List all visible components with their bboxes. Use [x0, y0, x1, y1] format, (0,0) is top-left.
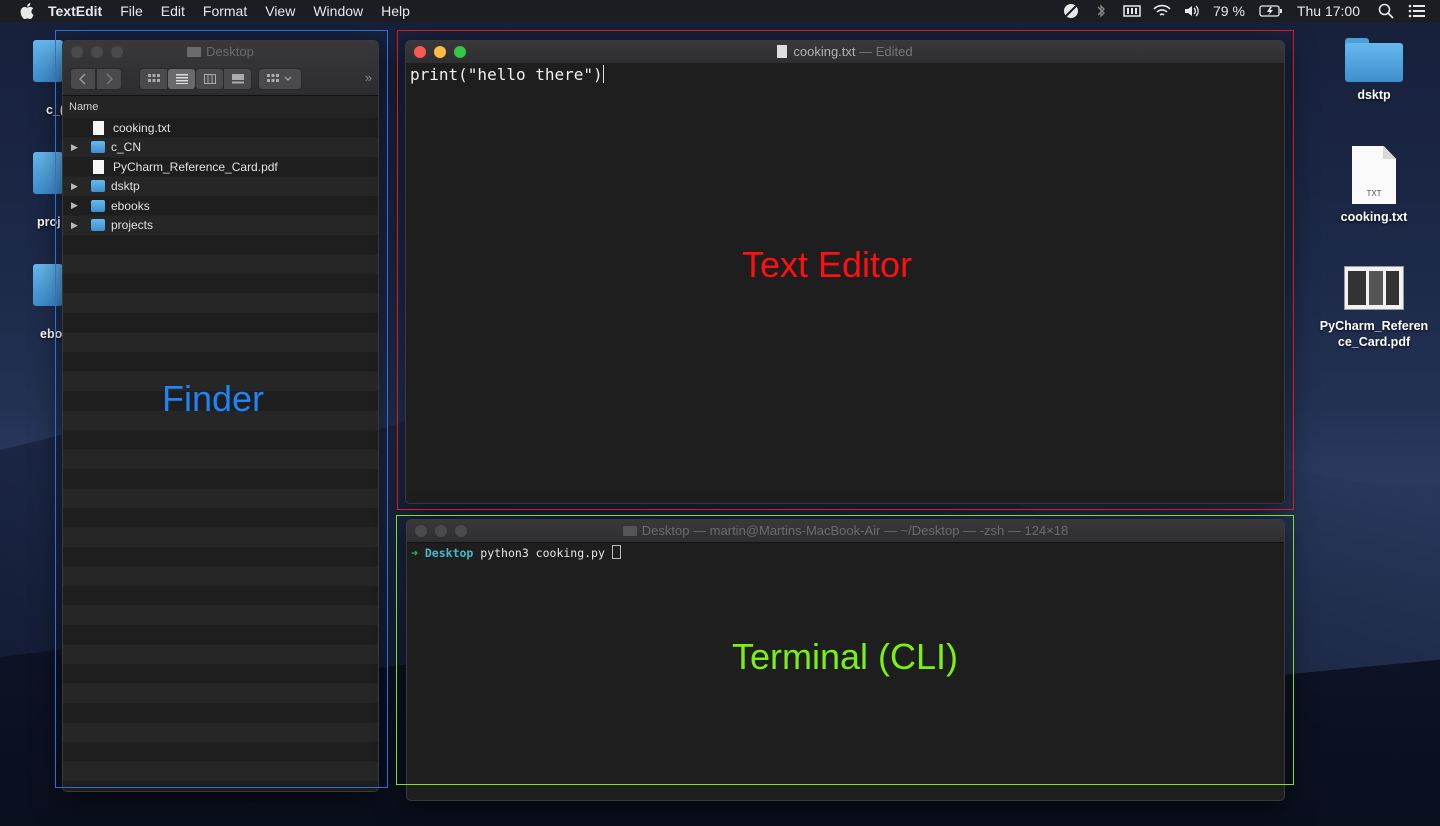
column-view-button[interactable]: [195, 68, 224, 90]
textedit-title: cooking.txt — Edited: [406, 41, 1284, 63]
back-button[interactable]: [70, 68, 96, 90]
desktop-icon-dsktp[interactable]: dsktp: [1319, 38, 1429, 102]
file-list: cooking.txt ▶ c_CN PyCharm_Reference_Car…: [63, 118, 378, 791]
desktop-icon-label-partial-2: proj: [37, 215, 61, 229]
desktop-icon-label-partial-3: ebo: [40, 327, 63, 341]
folder-icon: [622, 526, 637, 536]
apple-menu-icon[interactable]: [20, 3, 34, 20]
desktop-icon-label: cooking.txt: [1340, 210, 1408, 224]
disclosure-triangle-icon[interactable]: ▶: [71, 200, 81, 211]
list-item[interactable]: ▶ c_CN: [63, 138, 378, 158]
group-by-dropdown[interactable]: [258, 68, 302, 90]
gallery-view-button[interactable]: [223, 68, 252, 90]
desktop-folder-partial-2[interactable]: [33, 152, 63, 194]
menu-bar: TextEdit File Edit Format View Window He…: [0, 0, 1440, 22]
terminal-title-text: Desktop — martin@Martins-MacBook-Air — ~…: [641, 523, 1069, 538]
editor-overlay-label: Text Editor: [742, 244, 913, 285]
desktop-folder-partial-1[interactable]: [33, 40, 63, 82]
column-header-name[interactable]: Name: [63, 96, 378, 119]
text-document-icon: [93, 120, 104, 135]
prompt-arrow-icon: ➜: [411, 546, 418, 560]
no-sync-icon[interactable]: [1063, 3, 1079, 19]
notification-center-icon[interactable]: [1408, 3, 1425, 19]
desktop-icon-label: PyCharm_Referen ce_Card.pdf: [1319, 319, 1429, 349]
text-document-icon: TXT: [1352, 146, 1396, 204]
folder-icon: [187, 47, 202, 57]
finder-overlay-label: Finder: [162, 378, 265, 419]
forward-button[interactable]: [96, 68, 122, 90]
file-name: cooking.txt: [113, 120, 171, 135]
menu-window[interactable]: Window: [313, 0, 363, 22]
menu-file[interactable]: File: [120, 0, 143, 22]
pdf-document-icon: [1344, 266, 1404, 310]
disclosure-triangle-icon[interactable]: ▶: [71, 142, 81, 153]
file-name: PyCharm_Reference_Card.pdf: [113, 159, 278, 174]
battery-charging-icon[interactable]: [1259, 3, 1283, 19]
document-icon: [777, 45, 788, 58]
finder-title: Desktop: [63, 41, 378, 63]
folder-icon: [1345, 38, 1403, 82]
folder-icon: [91, 199, 105, 212]
editor-text: print("hello there"): [410, 65, 603, 84]
list-view-button[interactable]: [167, 68, 196, 90]
icon-view-button[interactable]: [139, 68, 168, 90]
list-item[interactable]: PyCharm_Reference_Card.pdf: [63, 157, 378, 177]
folder-icon: [91, 141, 105, 154]
prompt-directory: Desktop: [424, 546, 474, 560]
memory-icon[interactable]: [1123, 3, 1141, 19]
disclosure-triangle-icon[interactable]: ▶: [71, 220, 81, 231]
list-item[interactable]: ▶ ebooks: [63, 196, 378, 216]
menu-edit[interactable]: Edit: [161, 0, 185, 22]
file-name: c_CN: [111, 140, 142, 155]
edited-status: — Edited: [859, 44, 913, 59]
desktop-icon-label: dsktp: [1357, 88, 1391, 102]
battery-percent[interactable]: 79 %: [1213, 3, 1245, 19]
wifi-icon[interactable]: [1153, 3, 1171, 19]
clock[interactable]: Thu 17:00: [1297, 3, 1360, 19]
terminal-command: python3 cooking.py: [480, 546, 605, 560]
document-name: cooking.txt: [793, 44, 856, 59]
terminal-titlebar[interactable]: Desktop — martin@Martins-MacBook-Air — ~…: [407, 520, 1284, 543]
disclosure-triangle-icon[interactable]: ▶: [71, 181, 81, 192]
file-name: ebooks: [111, 198, 150, 213]
list-item[interactable]: cooking.txt: [63, 118, 378, 138]
terminal-cursor: [611, 545, 621, 559]
file-type-label: TXT: [1366, 189, 1382, 198]
volume-icon[interactable]: [1183, 3, 1199, 19]
folder-icon: [91, 219, 105, 232]
desktop-icon-pycharm-pdf[interactable]: PyCharm_Referen ce_Card.pdf: [1319, 266, 1429, 350]
toolbar-overflow-icon[interactable]: »: [365, 70, 372, 85]
terminal-title: Desktop — martin@Martins-MacBook-Air — ~…: [407, 520, 1284, 542]
list-item[interactable]: ▶ dsktp: [63, 177, 378, 197]
terminal-overlay-label: Terminal (CLI): [732, 636, 959, 677]
menu-format[interactable]: Format: [203, 0, 247, 22]
spotlight-search-icon[interactable]: [1378, 3, 1394, 19]
bluetooth-icon[interactable]: [1093, 3, 1109, 19]
file-name: projects: [111, 218, 154, 233]
finder-title-text: Desktop: [206, 44, 254, 59]
pdf-document-icon: [93, 159, 104, 174]
folder-icon: [91, 180, 105, 193]
desktop-folder-partial-3[interactable]: [33, 264, 63, 306]
menu-view[interactable]: View: [265, 0, 295, 22]
textedit-titlebar[interactable]: cooking.txt — Edited: [406, 41, 1284, 64]
menu-app-name[interactable]: TextEdit: [48, 0, 102, 22]
file-name: dsktp: [111, 179, 140, 194]
finder-toolbar: Desktop »: [63, 41, 378, 96]
list-item[interactable]: ▶ projects: [63, 216, 378, 236]
menu-help[interactable]: Help: [381, 0, 410, 22]
text-caret: [602, 65, 604, 83]
desktop-icon-cooking-txt[interactable]: TXT cooking.txt: [1319, 146, 1429, 224]
